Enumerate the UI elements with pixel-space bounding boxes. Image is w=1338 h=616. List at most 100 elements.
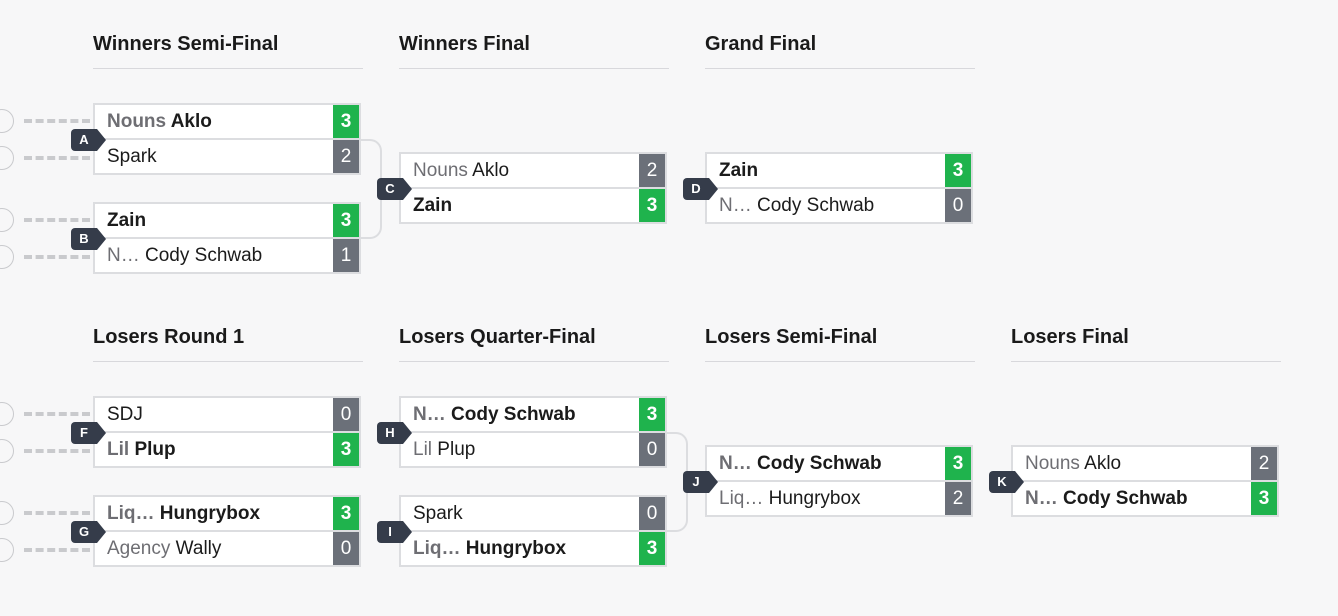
match-label-badge: G: [71, 521, 106, 543]
match-label-badge: I: [377, 521, 412, 543]
entry-circle: [0, 501, 14, 525]
match-slot-top[interactable]: Spark 0: [399, 495, 667, 532]
player-name: Aklo: [472, 160, 510, 181]
match-slot-top[interactable]: Nouns Aklo 2: [399, 152, 667, 189]
match-slot-bottom[interactable]: N… Cody Schwab 0: [705, 188, 973, 224]
score-box: 0: [945, 189, 971, 222]
match-label-badge: A: [71, 129, 106, 151]
match-f[interactable]: SDJ 0 Lil Plup 3 F: [71, 396, 361, 468]
match-a[interactable]: Nouns Aklo 3 Spark 2 A: [71, 103, 361, 175]
team-tag: N…: [719, 453, 752, 474]
entry-circle: [0, 109, 14, 133]
score-box: 3: [333, 204, 359, 237]
team-tag: N…: [719, 195, 752, 216]
team-tag: Liq…: [107, 503, 155, 524]
player-name: Cody Schwab: [451, 404, 576, 425]
competitor-name: Zain: [107, 204, 146, 237]
competitor-name: N… Cody Schwab: [719, 189, 874, 222]
score-box: 3: [945, 154, 971, 187]
entry-circle: [0, 402, 14, 426]
competitor-name: N… Cody Schwab: [413, 398, 576, 431]
competitor-name: Lil Plup: [107, 433, 176, 466]
player-name: Spark: [107, 146, 157, 167]
team-tag: Liq…: [413, 538, 461, 559]
score-box: 0: [639, 433, 665, 466]
score-box: 3: [639, 189, 665, 222]
competitor-name: Zain: [413, 189, 452, 222]
team-tag: Agency: [107, 538, 171, 559]
team-tag: Nouns: [413, 160, 468, 181]
score-box: 2: [945, 482, 971, 515]
match-j[interactable]: N… Cody Schwab 3 Liq… Hungrybox 2 J: [683, 445, 973, 517]
match-i[interactable]: Spark 0 Liq… Hungrybox 3 I: [377, 495, 667, 567]
team-tag: N…: [107, 245, 140, 266]
match-b[interactable]: Zain 3 N… Cody Schwab 1 B: [71, 202, 361, 274]
round-title-winners-final: Winners Final: [399, 34, 669, 69]
entry-dash: [24, 511, 90, 515]
match-d[interactable]: Zain 3 N… Cody Schwab 0 D: [683, 152, 973, 224]
match-slot-bottom[interactable]: Agency Wally 0: [93, 531, 361, 567]
team-tag: Nouns: [107, 111, 167, 132]
match-label-badge: B: [71, 228, 106, 250]
player-name: Hungrybox: [159, 503, 261, 524]
match-h[interactable]: N… Cody Schwab 3 Lil Plup 0 H: [377, 396, 667, 468]
competitor-name: Spark: [107, 140, 157, 173]
competitor-name: Liq… Hungrybox: [413, 532, 566, 565]
entry-circle: [0, 245, 14, 269]
match-slot-top[interactable]: Zain 3: [705, 152, 973, 189]
competitor-name: Agency Wally: [107, 532, 221, 565]
match-label-badge: H: [377, 422, 412, 444]
match-c[interactable]: Nouns Aklo 2 Zain 3 C: [377, 152, 667, 224]
round-title-losers-round-1: Losers Round 1: [93, 327, 363, 362]
competitor-name: SDJ: [107, 398, 143, 431]
competitor-name: Nouns Aklo: [107, 105, 212, 138]
match-slot-top[interactable]: N… Cody Schwab 3: [399, 396, 667, 433]
competitor-name: Zain: [719, 154, 758, 187]
player-name: SDJ: [107, 404, 143, 425]
score-box: 3: [945, 447, 971, 480]
player-name: Cody Schwab: [757, 453, 882, 474]
match-slot-bottom[interactable]: Zain 3: [399, 188, 667, 224]
team-tag: Lil: [413, 439, 433, 460]
score-box: 3: [333, 105, 359, 138]
round-title-losers-semi-final: Losers Semi-Final: [705, 327, 975, 362]
match-slot-bottom[interactable]: Spark 2: [93, 139, 361, 175]
match-slot-bottom[interactable]: Lil Plup 0: [399, 432, 667, 468]
entry-circle: [0, 538, 14, 562]
competitor-name: Spark: [413, 497, 463, 530]
competitor-name: Nouns Aklo: [413, 154, 509, 187]
competitor-name: N… Cody Schwab: [107, 239, 262, 272]
score-box: 3: [333, 497, 359, 530]
match-slot-bottom[interactable]: Liq… Hungrybox 3: [399, 531, 667, 567]
competitor-name: Liq… Hungrybox: [719, 482, 861, 515]
team-tag: N…: [1025, 488, 1058, 509]
score-box: 3: [333, 433, 359, 466]
player-name: Cody Schwab: [1063, 488, 1188, 509]
round-title-winners-semi-final: Winners Semi-Final: [93, 34, 363, 69]
match-k[interactable]: Nouns Aklo 2 N… Cody Schwab 3 K: [989, 445, 1279, 517]
player-name: Zain: [719, 160, 759, 181]
score-box: 3: [1251, 482, 1277, 515]
match-slot-top[interactable]: Zain 3: [93, 202, 361, 239]
competitor-name: Nouns Aklo: [1025, 447, 1121, 480]
score-box: 1: [333, 239, 359, 272]
match-g[interactable]: Liq… Hungrybox 3 Agency Wally 0 G: [71, 495, 361, 567]
player-name: Cody Schwab: [145, 245, 263, 266]
match-slot-top[interactable]: SDJ 0: [93, 396, 361, 433]
entry-dash: [24, 412, 90, 416]
match-label-badge: C: [377, 178, 412, 200]
match-slot-top[interactable]: Liq… Hungrybox 3: [93, 495, 361, 532]
match-slot-top[interactable]: N… Cody Schwab 3: [705, 445, 973, 482]
entry-dash: [24, 119, 90, 123]
match-slot-bottom[interactable]: Lil Plup 3: [93, 432, 361, 468]
match-slot-bottom[interactable]: N… Cody Schwab 3: [1011, 481, 1279, 517]
round-title-losers-quarter-final: Losers Quarter-Final: [399, 327, 669, 362]
match-slot-top[interactable]: Nouns Aklo 2: [1011, 445, 1279, 482]
player-name: Plup: [437, 439, 476, 460]
competitor-name: Lil Plup: [413, 433, 475, 466]
match-slot-bottom[interactable]: Liq… Hungrybox 2: [705, 481, 973, 517]
match-label-badge: K: [989, 471, 1024, 493]
entry-dash: [24, 156, 90, 160]
match-slot-bottom[interactable]: N… Cody Schwab 1: [93, 238, 361, 274]
match-slot-top[interactable]: Nouns Aklo 3: [93, 103, 361, 140]
